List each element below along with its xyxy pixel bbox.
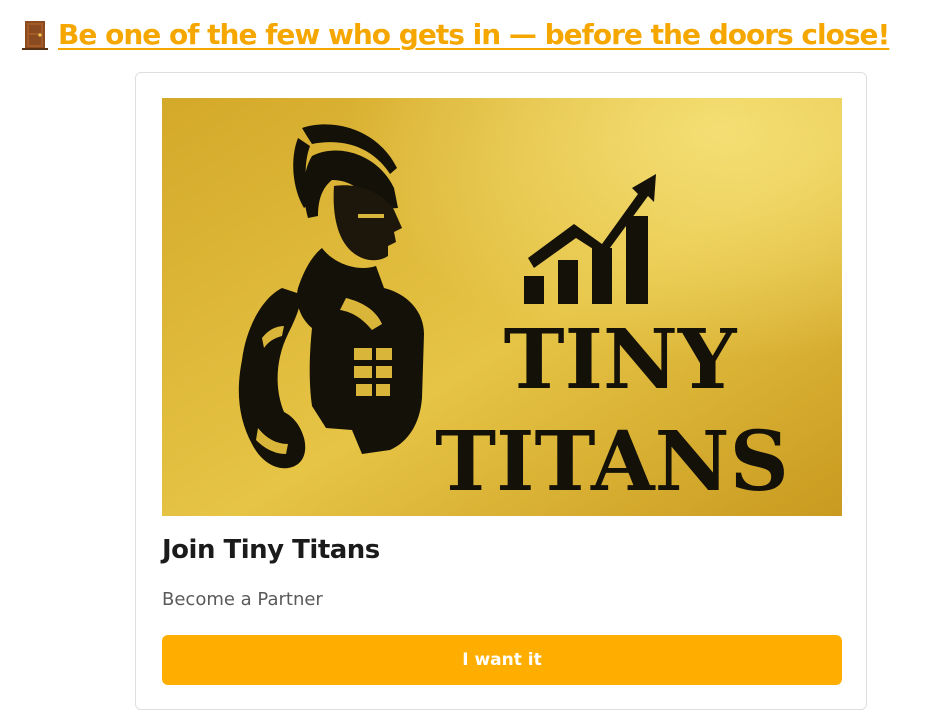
card-title: Join Tiny Titans — [162, 535, 380, 565]
offer-card: TINY TITANS Join Tiny Titans Become a Pa… — [135, 72, 867, 710]
hero-image: TINY TITANS — [162, 98, 842, 516]
headline-link[interactable]: Be one of the few who gets in — before t… — [58, 18, 890, 51]
headline[interactable]: Be one of the few who gets in — before t… — [22, 18, 902, 51]
logo-text-line2: TITANS — [435, 414, 789, 510]
logo-text-line1: TINY — [504, 312, 738, 408]
door-icon — [22, 20, 48, 50]
i-want-it-button[interactable]: I want it — [162, 635, 842, 685]
tiny-titans-logo: TINY TITANS — [162, 98, 842, 516]
card-subtitle: Become a Partner — [162, 589, 323, 610]
